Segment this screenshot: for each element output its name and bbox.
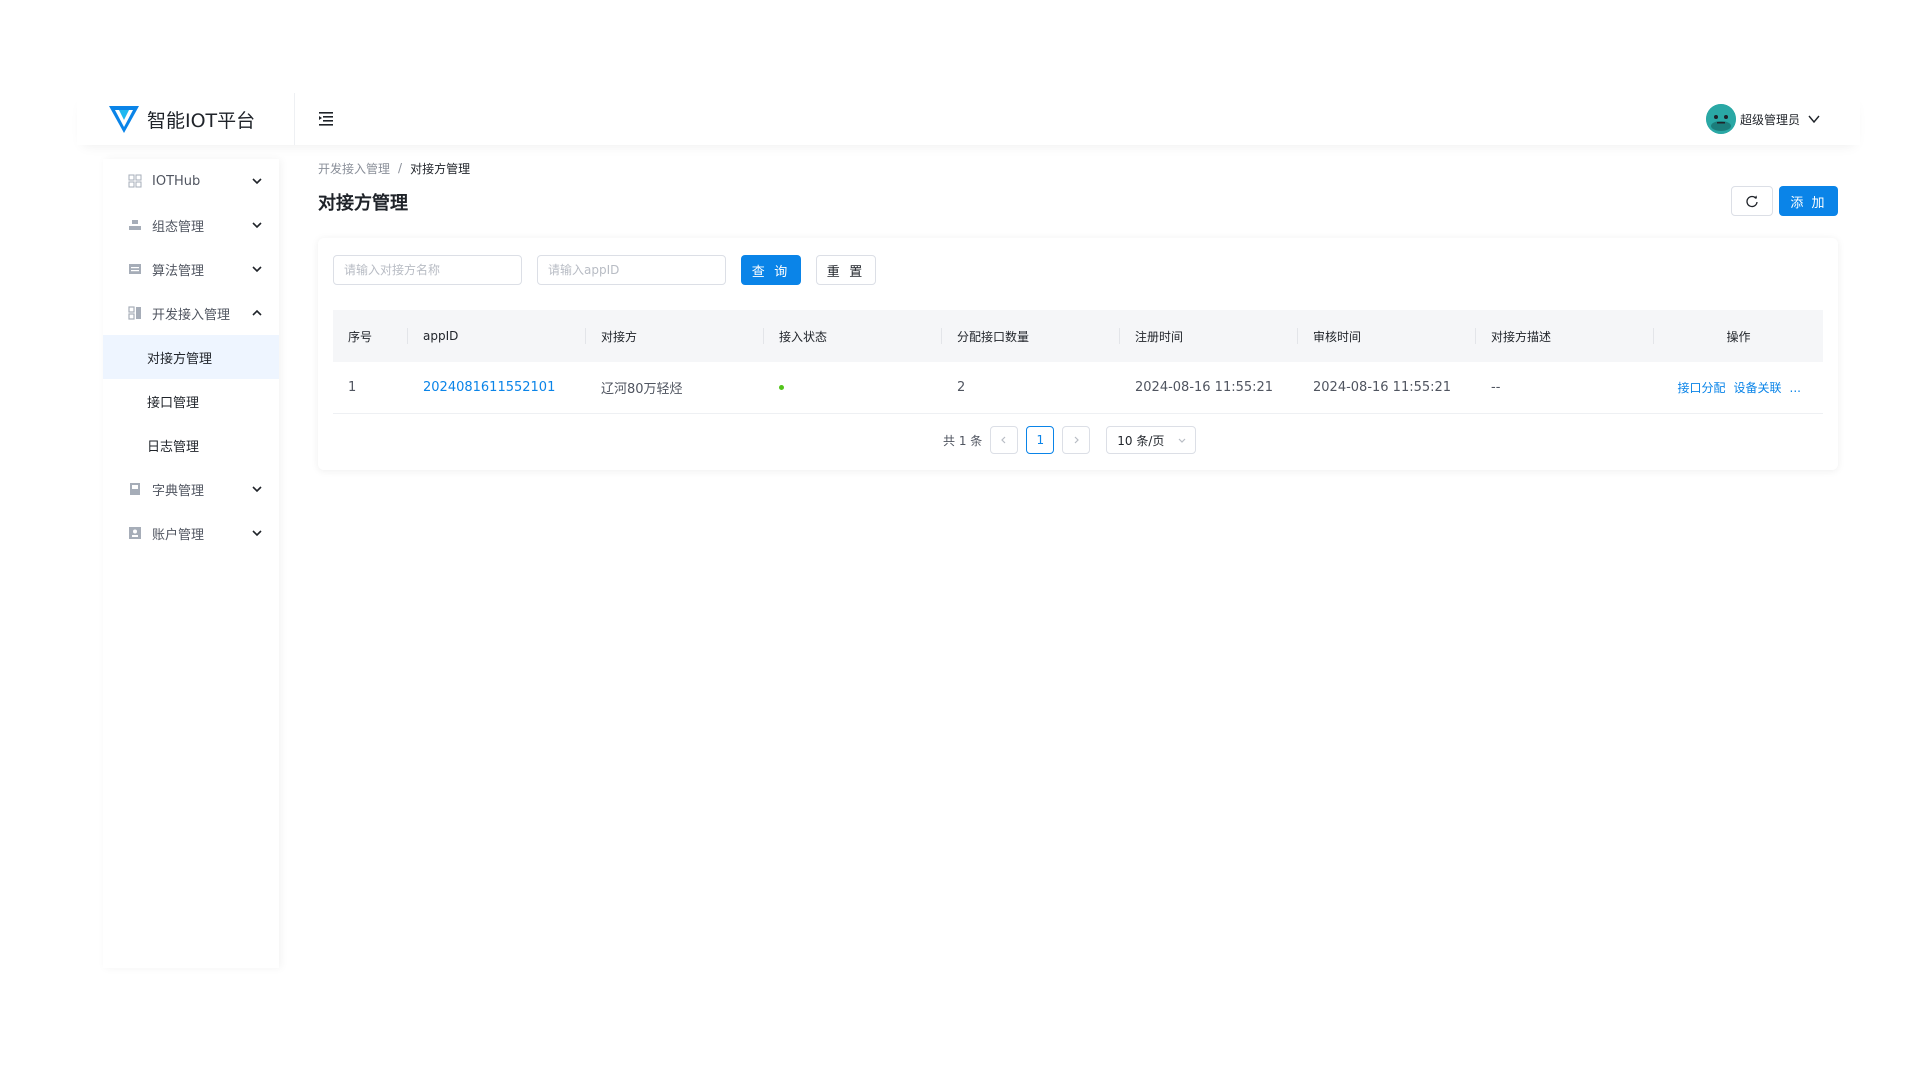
sidebar-subitem-label: 接口管理 — [147, 395, 200, 411]
breadcrumb-current: 对接方管理 — [410, 161, 471, 176]
content-card: 查 询 重 置 序号 appID 对接方 接入状态 分配接口数量 注册时间 审核… — [318, 238, 1838, 470]
cell-party: 辽河80万轻烃 — [601, 382, 683, 397]
app-root: 智能IOT平台 超级管理员 IOTHub 组态管理 算法管理 开发接入管理 对接… — [77, 93, 1860, 968]
prev-page-button[interactable] — [990, 426, 1019, 454]
top-header: 智能IOT平台 超级管理员 — [77, 93, 1860, 145]
column-header: 对接方描述 — [1476, 310, 1654, 362]
page-title: 对接方管理 — [318, 193, 408, 214]
table-row: 1 2024081611552101 辽河80万轻烃 2 2024-08-16 … — [333, 362, 1823, 414]
sidebar-item-config[interactable]: 组态管理 — [103, 203, 279, 247]
logo: 智能IOT平台 — [107, 97, 255, 141]
next-page-button[interactable] — [1062, 426, 1091, 454]
column-header: 操作 — [1726, 329, 1751, 344]
sidebar-item-label: 账户管理 — [152, 527, 205, 543]
column-header: 接入状态 — [764, 310, 942, 362]
sidebar-item-dev-access[interactable]: 开发接入管理 — [103, 291, 279, 335]
add-button[interactable]: 添 加 — [1779, 186, 1838, 216]
sidebar-item-label: 开发接入管理 — [152, 307, 231, 323]
main-content: 开发接入管理 / 对接方管理 对接方管理 添 加 查 询 重 置 序号 appI… — [318, 159, 1838, 470]
avatar — [1705, 104, 1736, 134]
cell-register-time: 2024-08-16 11:55:21 — [1135, 380, 1274, 395]
dictionary-icon — [130, 483, 140, 495]
sidebar-item-account[interactable]: 账户管理 — [103, 511, 279, 555]
cell-review-time: 2024-08-16 11:55:21 — [1313, 380, 1452, 395]
partner-name-input[interactable] — [333, 255, 522, 285]
table-header: 序号 appID 对接方 接入状态 分配接口数量 注册时间 审核时间 对接方描述… — [333, 310, 1823, 362]
cell-interface-count: 2 — [957, 380, 966, 395]
sidebar-subitem-partner[interactable]: 对接方管理 — [103, 335, 279, 379]
column-header: 注册时间 — [1120, 310, 1298, 362]
chevron-down-icon — [252, 178, 262, 185]
status-online-dot — [779, 385, 784, 390]
sidebar-item-algorithm[interactable]: 算法管理 — [103, 247, 279, 291]
user-menu[interactable]: 超级管理员 — [1705, 101, 1822, 137]
partner-table: 序号 appID 对接方 接入状态 分配接口数量 注册时间 审核时间 对接方描述… — [333, 310, 1823, 414]
column-header: 对接方 — [586, 310, 764, 362]
chevron-up-icon — [252, 309, 262, 316]
user-name: 超级管理员 — [1739, 112, 1800, 127]
sidebar-item-iothub[interactable]: IOTHub — [103, 159, 279, 203]
cell-status — [764, 362, 942, 414]
chevron-down-icon — [252, 530, 262, 537]
sidebar-item-label: 算法管理 — [152, 263, 205, 279]
reset-button[interactable]: 重 置 — [816, 255, 876, 285]
logo-icon — [109, 106, 139, 133]
sidebar-item-label: 组态管理 — [152, 219, 205, 235]
grid-icon — [128, 174, 142, 188]
column-header: appID — [408, 310, 586, 362]
config-icon — [129, 220, 141, 230]
page-size-label: 10 条/页 — [1117, 433, 1165, 448]
sidebar-item-label: IOTHub — [152, 173, 201, 189]
sidebar-subitem-log[interactable]: 日志管理 — [103, 423, 279, 467]
page-size-select[interactable]: 10 条/页 — [1106, 426, 1197, 454]
query-button[interactable]: 查 询 — [741, 255, 801, 285]
chevron-down-icon — [252, 266, 262, 273]
pagination-total: 共 1 条 — [943, 433, 983, 448]
breadcrumb: 开发接入管理 / 对接方管理 — [318, 159, 1838, 177]
chevron-down-icon — [252, 222, 262, 229]
chevron-down-icon — [1178, 438, 1186, 443]
sidebar-item-dictionary[interactable]: 字典管理 — [103, 467, 279, 511]
chevron-left-icon — [1001, 436, 1006, 444]
menu-fold-icon[interactable] — [315, 107, 337, 129]
sidebar-subitem-label: 日志管理 — [147, 439, 200, 455]
chevron-right-icon — [1074, 436, 1080, 444]
cell-appid-link[interactable]: 2024081611552101 — [408, 362, 586, 414]
page-button-1[interactable]: 1 — [1026, 426, 1055, 454]
cell-index: 1 — [348, 380, 357, 395]
sidebar-item-label: 字典管理 — [152, 483, 205, 499]
pagination: 共 1 条 1 10 条/页 — [943, 426, 1197, 454]
sidebar-subitem-label: 对接方管理 — [147, 351, 213, 367]
dev-access-icon — [128, 306, 141, 320]
column-header: 分配接口数量 — [942, 310, 1120, 362]
app-title: 智能IOT平台 — [147, 109, 256, 132]
cell-actions: 接口分配 设备关联 ... — [1654, 362, 1823, 414]
assign-interface-link[interactable]: 接口分配 — [1678, 379, 1726, 396]
breadcrumb-parent[interactable]: 开发接入管理 — [318, 160, 390, 177]
column-header: 审核时间 — [1298, 310, 1476, 362]
header-divider — [294, 93, 295, 145]
device-link-link[interactable]: 设备关联 — [1734, 379, 1782, 396]
sidebar: IOTHub 组态管理 算法管理 开发接入管理 对接方管理 接口管理 日志管理 … — [103, 159, 279, 968]
sidebar-subitem-interface[interactable]: 接口管理 — [103, 379, 279, 423]
refresh-button[interactable] — [1731, 186, 1773, 216]
account-icon — [129, 527, 141, 539]
more-actions-link[interactable]: ... — [1790, 381, 1801, 395]
filter-bar: 查 询 重 置 — [333, 255, 876, 285]
algorithm-icon — [129, 264, 141, 274]
chevron-down-icon[interactable] — [1806, 111, 1822, 127]
cell-description: -- — [1491, 380, 1501, 395]
column-header: 序号 — [333, 310, 408, 362]
refresh-icon — [1746, 195, 1758, 208]
appid-input[interactable] — [537, 255, 726, 285]
chevron-down-icon — [252, 486, 262, 493]
breadcrumb-separator: / — [398, 161, 403, 175]
